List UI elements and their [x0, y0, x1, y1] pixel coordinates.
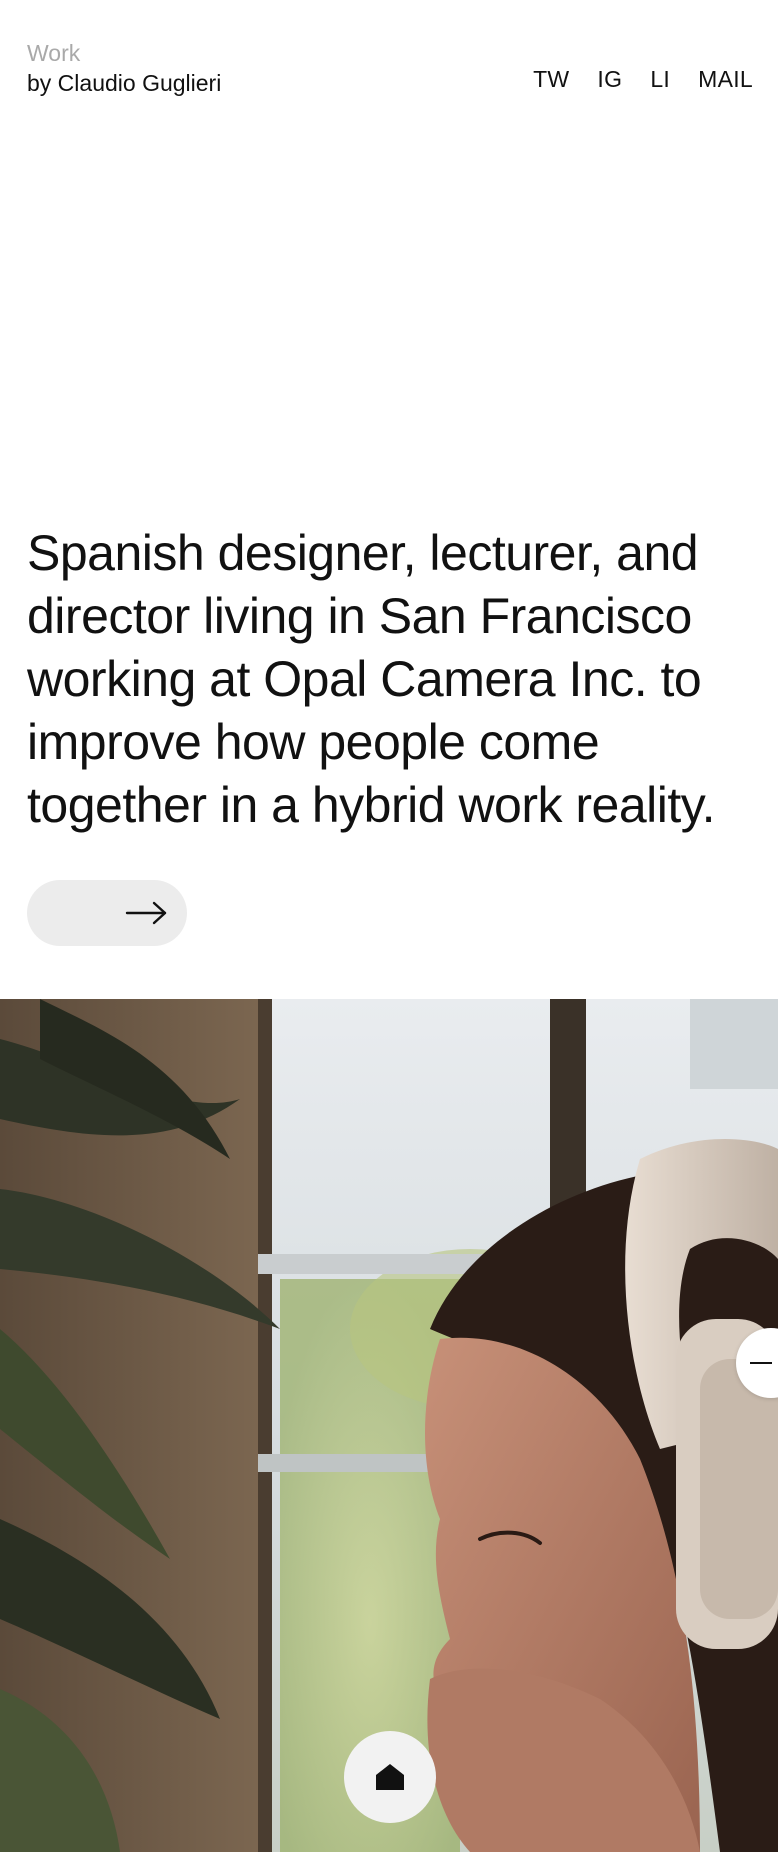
- brand[interactable]: Work by Claudio Guglieri: [27, 38, 221, 98]
- section-label: Work: [27, 40, 81, 66]
- arrow-right-icon: [125, 901, 167, 925]
- social-link-linkedin[interactable]: LI: [650, 66, 670, 93]
- social-links: TW IG LI MAIL: [533, 66, 753, 93]
- social-link-twitter[interactable]: TW: [533, 66, 569, 93]
- next-button[interactable]: [27, 880, 187, 946]
- hero-image: [0, 999, 778, 1852]
- minus-icon: [750, 1362, 772, 1364]
- home-button[interactable]: [344, 1731, 436, 1823]
- social-link-instagram[interactable]: IG: [597, 66, 622, 93]
- hero-photo: [0, 999, 778, 1852]
- social-link-mail[interactable]: MAIL: [698, 66, 753, 93]
- author-name: by Claudio Guglieri: [27, 70, 222, 96]
- portfolio-page: Work by Claudio Guglieri TW IG LI MAIL S…: [0, 0, 778, 1852]
- intro-text: Spanish designer, lecturer, and director…: [27, 525, 715, 833]
- home-icon: [376, 1764, 404, 1790]
